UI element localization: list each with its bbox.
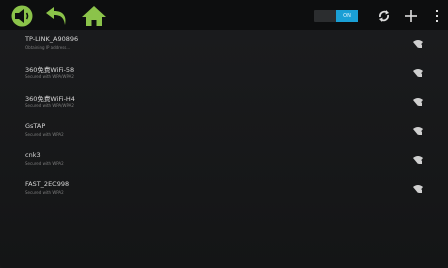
top-bar: ON [0, 0, 448, 30]
add-network-icon[interactable] [403, 8, 419, 24]
wifi-settings-screen: ON TP-LINK_A90896 Obtaining IP address..… [0, 0, 448, 268]
network-row[interactable]: GsTAP Secured with WPA2 [0, 117, 448, 146]
network-status: Secured with WPA/WPA2 [25, 103, 74, 108]
network-ssid: GsTAP [25, 122, 46, 130]
scan-icon[interactable] [376, 8, 392, 24]
wifi-signal-icon [413, 40, 423, 48]
network-status: Secured with WPA2 [25, 161, 64, 166]
overflow-menu-icon[interactable] [433, 8, 441, 24]
wifi-signal-icon [413, 127, 423, 135]
wifi-signal-icon [413, 98, 423, 106]
wifi-signal-icon [413, 69, 423, 77]
network-status: Secured with WPA2 [25, 190, 64, 195]
wifi-signal-icon [413, 185, 423, 193]
network-row[interactable]: 360免费WiFi-H4 Secured with WPA/WPA2 [0, 88, 448, 117]
network-row[interactable]: FAST_2EC998 Secured with WPA2 [0, 175, 448, 204]
home-icon[interactable] [81, 5, 107, 27]
toggle-off-area [314, 10, 336, 22]
wifi-toggle[interactable]: ON [314, 10, 358, 22]
network-ssid: FAST_2EC998 [25, 180, 70, 188]
network-list: TP-LINK_A90896 Obtaining IP address... 3… [0, 30, 448, 204]
network-ssid: cnk3 [25, 151, 41, 159]
back-icon[interactable] [44, 5, 70, 27]
network-row[interactable]: cnk3 Secured with WPA2 [0, 146, 448, 175]
network-status: Obtaining IP address... [25, 45, 71, 50]
network-ssid: TP-LINK_A90896 [25, 35, 79, 43]
network-ssid: 360免费WiFi-H4 [25, 95, 75, 103]
network-ssid: 360免费WiFi-58 [25, 66, 75, 74]
wifi-signal-icon [413, 156, 423, 164]
toggle-on-label: ON [336, 10, 358, 22]
network-row[interactable]: TP-LINK_A90896 Obtaining IP address... [0, 30, 448, 59]
volume-icon[interactable] [9, 5, 35, 27]
network-status: Secured with WPA2 [25, 132, 64, 137]
network-status: Secured with WPA/WPA2 [25, 74, 74, 79]
network-row[interactable]: 360免费WiFi-58 Secured with WPA/WPA2 [0, 59, 448, 88]
